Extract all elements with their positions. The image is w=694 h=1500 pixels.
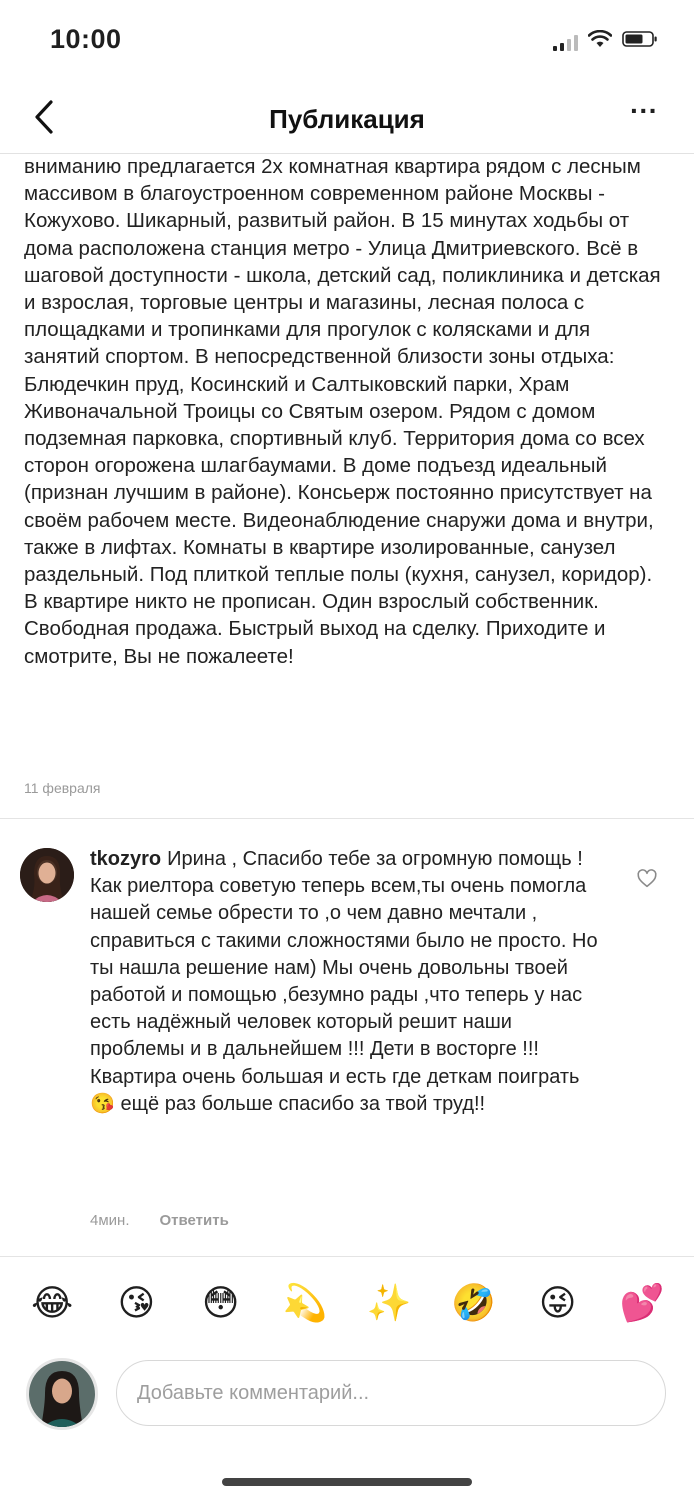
divider (0, 1256, 694, 1257)
comment-time: 4мин. (90, 1212, 130, 1229)
status-icons (553, 29, 658, 53)
home-indicator (222, 1478, 472, 1486)
status-bar: 10:00 (0, 0, 694, 86)
emoji-button[interactable]: ✨ (364, 1282, 414, 1324)
post-date: 11 февраля (24, 780, 101, 796)
divider (0, 818, 694, 819)
like-comment-button[interactable] (636, 868, 658, 890)
emoji-quick-bar: 😂 😘 😳 💫 ✨ 🤣 😜 💕 (0, 1278, 694, 1328)
wifi-icon (587, 29, 613, 53)
signal-icon (553, 33, 578, 51)
battery-icon (622, 30, 658, 53)
comment-composer (0, 1350, 694, 1440)
page-title: Публикация (269, 104, 425, 134)
heart-outline-icon (637, 869, 657, 888)
comment-input[interactable] (116, 1360, 666, 1426)
emoji-button[interactable]: 🤣 (448, 1282, 498, 1324)
reply-button[interactable]: Ответить (160, 1212, 229, 1229)
comment-username[interactable]: tkozyro (90, 848, 161, 870)
emoji-button[interactable]: 😘 (111, 1283, 161, 1324)
comment-text: Ирина , Спасибо тебе за огромную помощь … (90, 848, 598, 1115)
comment-item: tkozyro Ирина , Спасибо тебе за огромную … (0, 820, 694, 1240)
more-options-button[interactable]: ··· (624, 97, 664, 132)
navigation-header: Публикация ··· (0, 86, 694, 154)
emoji-button[interactable]: 😜 (533, 1283, 583, 1324)
emoji-button[interactable]: 😳 (196, 1283, 246, 1324)
commenter-avatar[interactable] (20, 848, 74, 902)
comment-body: tkozyro Ирина , Спасибо тебе за огромную … (90, 846, 600, 1118)
current-user-avatar (26, 1358, 98, 1430)
emoji-button[interactable]: 💫 (280, 1282, 330, 1324)
status-time: 10:00 (50, 24, 122, 54)
comment-meta: 4мин. Ответить (90, 1212, 229, 1229)
emoji-button[interactable]: 💕 (617, 1282, 667, 1324)
emoji-button[interactable]: 😂 (27, 1283, 77, 1324)
post-caption: вниманию предлагается 2х комнатная кварт… (24, 155, 661, 668)
